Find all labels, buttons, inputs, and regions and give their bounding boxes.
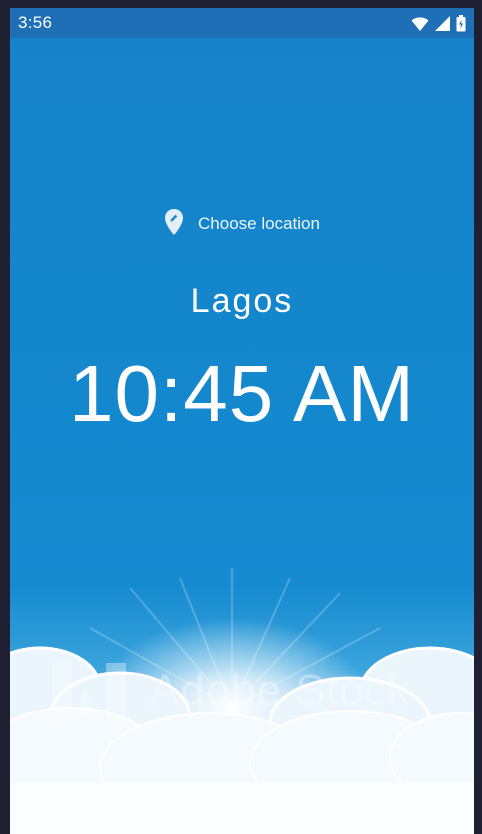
battery-icon	[456, 15, 466, 32]
choose-location-button[interactable]: Choose location	[10, 208, 474, 240]
watermark-text: Adobe Stock	[150, 666, 411, 715]
current-time: 10:45 AM	[68, 349, 415, 438]
city-name: Lagos	[190, 282, 294, 320]
app-screen: 3:56 Choose location Lagos 10:45 AM Adob…	[10, 8, 474, 834]
location-pin-edit-icon	[164, 208, 184, 241]
cell-signal-icon	[435, 16, 450, 31]
status-bar: 3:56	[10, 8, 474, 38]
status-icons	[411, 15, 466, 32]
choose-location-label: Choose location	[198, 214, 320, 233]
wifi-icon	[411, 16, 429, 32]
status-time: 3:56	[18, 13, 53, 32]
